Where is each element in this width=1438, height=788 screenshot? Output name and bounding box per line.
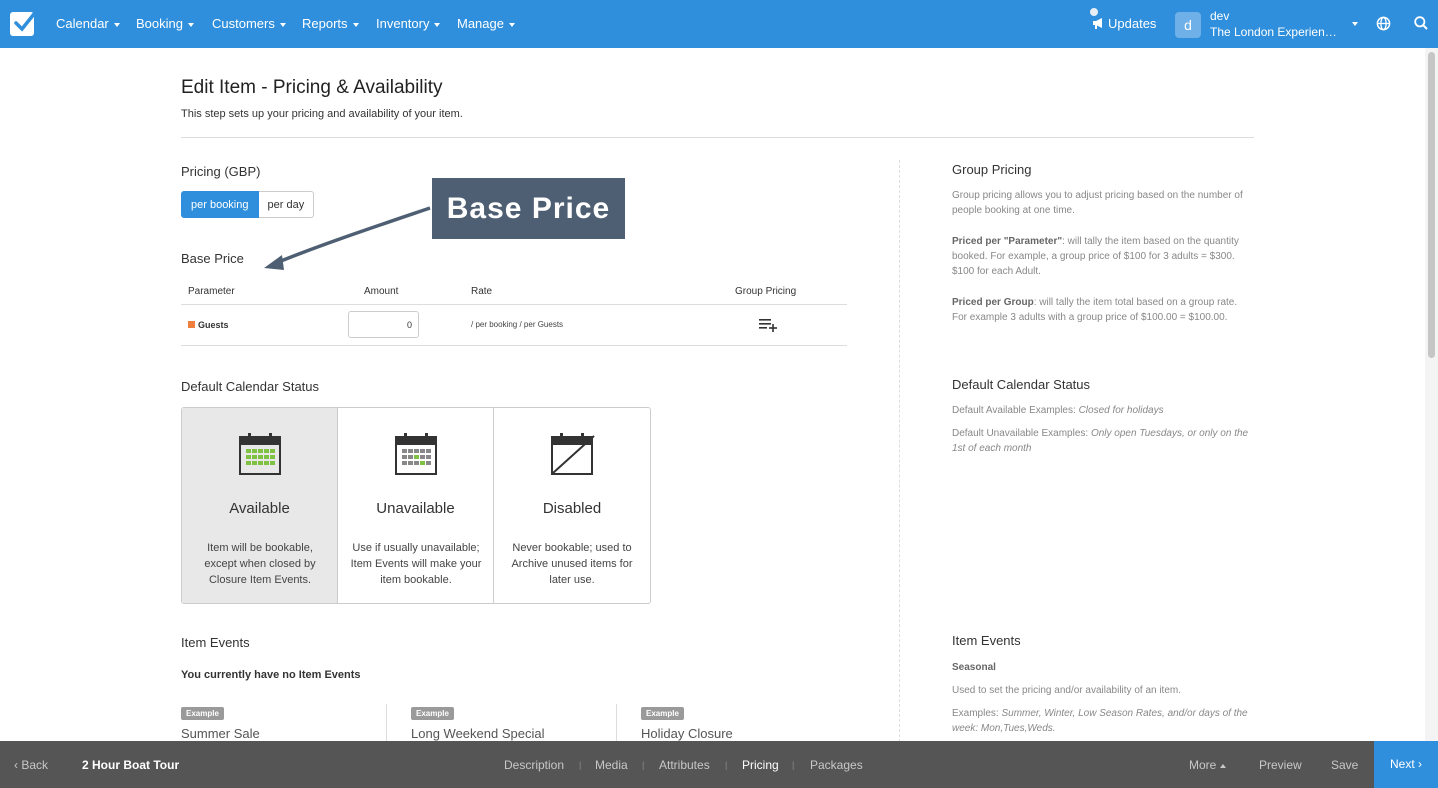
example-event-title[interactable]: Holiday Closure: [641, 726, 733, 741]
help-per-group: Priced per Group: will tally the item to…: [952, 297, 1238, 323]
example-badge: Example: [641, 707, 684, 720]
chevron-right-icon: ›: [1414, 757, 1423, 771]
example-badge: Example: [181, 707, 224, 720]
app-logo-icon[interactable]: [10, 12, 36, 36]
status-card-available[interactable]: Available Item will be bookable, except …: [182, 408, 338, 603]
nav-calendar[interactable]: Calendar: [56, 16, 120, 31]
scrollbar-thumb[interactable]: [1428, 52, 1435, 358]
item-events-heading: Item Events: [181, 635, 250, 650]
caret-down-icon: [113, 22, 120, 27]
caret-down-icon: [508, 22, 515, 27]
help-events-heading: Item Events: [952, 633, 1021, 648]
caret-down-icon: [352, 22, 359, 27]
nav-inventory[interactable]: Inventory: [376, 16, 441, 31]
more-button[interactable]: More: [1189, 758, 1227, 772]
rate-text: / per booking / per Guests: [471, 320, 564, 329]
calendar-status-heading: Default Calendar Status: [181, 379, 320, 394]
col-parameter: Parameter: [188, 286, 235, 297]
back-button[interactable]: ‹ Back: [14, 758, 48, 772]
caret-down-icon: [434, 22, 441, 27]
status-card-unavailable[interactable]: Unavailable Use if usually unavailable; …: [338, 408, 494, 603]
col-rate: Rate: [471, 286, 493, 297]
per-booking-button[interactable]: per booking: [181, 191, 259, 218]
playlist-add-icon[interactable]: [759, 318, 777, 332]
help-seasonal-examples: Examples: Summer, Winter, Low Season Rat…: [952, 708, 1248, 734]
user-menu-caret-icon[interactable]: [1352, 22, 1358, 26]
tab-media[interactable]: Media: [595, 758, 628, 772]
column-divider: [899, 160, 900, 742]
status-card-desc: Never bookable; used to Archive unused i…: [511, 542, 633, 586]
col-amount: Amount: [364, 286, 399, 297]
help-per-parameter: Priced per "Parameter": will tally the i…: [952, 236, 1239, 277]
parameter-label: Guests: [198, 320, 229, 330]
status-card-title: Disabled: [542, 500, 602, 517]
table-header-divider: [181, 304, 847, 305]
status-card-title: Available: [229, 500, 290, 517]
nav-customers[interactable]: Customers: [212, 16, 286, 31]
help-available-examples: Default Available Examples: Closed for h…: [952, 405, 1164, 416]
pricing-heading: Pricing (GBP): [181, 164, 261, 179]
amount-input[interactable]: [348, 311, 419, 338]
nav-reports[interactable]: Reports: [302, 16, 359, 31]
example-divider: [386, 704, 387, 744]
nav-booking[interactable]: Booking: [136, 16, 194, 31]
col-group-pricing: Group Pricing: [735, 286, 797, 297]
help-seasonal-label: Seasonal: [952, 662, 996, 673]
status-card-disabled[interactable]: Disabled Never bookable; used to Archive…: [494, 408, 650, 603]
tab-separator: |: [725, 760, 728, 770]
parameter-color-swatch: [188, 321, 195, 328]
search-icon[interactable]: [1414, 16, 1428, 30]
calendar-disabled-icon: [551, 433, 595, 475]
help-group-pricing-heading: Group Pricing: [952, 162, 1032, 177]
nav-manage[interactable]: Manage: [457, 16, 515, 31]
tab-separator: |: [579, 760, 582, 770]
help-unavailable-examples: Default Unavailable Examples: Only open …: [952, 428, 1249, 454]
help-seasonal-desc: Used to set the pricing and/or availabil…: [952, 685, 1182, 696]
caret-down-icon: [187, 22, 194, 27]
user-company[interactable]: The London Experience Ltd: [1210, 25, 1340, 39]
top-nav: Calendar Booking Customers Reports Inven…: [0, 0, 1438, 48]
user-name[interactable]: dev: [1210, 9, 1229, 23]
help-group-pricing-intro: Group pricing allows you to adjust prici…: [952, 190, 1243, 216]
next-button[interactable]: Next ›: [1374, 741, 1438, 788]
table-bottom-divider: [181, 345, 847, 346]
annotation-callout: Base Price: [432, 178, 625, 239]
header-divider: [181, 137, 1254, 138]
preview-button[interactable]: Preview: [1259, 758, 1302, 772]
caret-down-icon: [279, 22, 286, 27]
annotation-arrow-icon: [264, 206, 431, 270]
updates-link[interactable]: Updates: [1092, 16, 1156, 31]
tab-pricing[interactable]: Pricing: [742, 758, 779, 772]
save-button[interactable]: Save: [1331, 758, 1358, 772]
status-card-desc: Item will be bookable, except when close…: [204, 542, 316, 586]
help-status-heading: Default Calendar Status: [952, 377, 1091, 392]
tab-separator: |: [792, 760, 795, 770]
empty-events-message: You currently have no Item Events: [181, 669, 361, 681]
item-name: 2 Hour Boat Tour: [82, 758, 180, 772]
globe-icon[interactable]: [1376, 16, 1391, 31]
caret-up-icon: [1220, 763, 1227, 768]
base-price-heading: Base Price: [181, 251, 244, 266]
example-badge: Example: [411, 707, 454, 720]
notification-dot: [1090, 8, 1098, 16]
avatar[interactable]: d: [1175, 12, 1201, 38]
example-event-title[interactable]: Long Weekend Special: [411, 726, 544, 741]
status-card-desc: Use if usually unavailable; Item Events …: [350, 542, 482, 586]
scrollbar[interactable]: [1425, 48, 1438, 741]
example-divider: [616, 704, 617, 744]
page-subtitle: This step sets up your pricing and avail…: [181, 108, 463, 120]
tab-separator: |: [642, 760, 645, 770]
page-title: Edit Item - Pricing & Availability: [181, 77, 443, 98]
bottom-bar: ‹ Back 2 Hour Boat Tour Description | Me…: [0, 741, 1438, 788]
calendar-available-icon: [239, 433, 281, 475]
calendar-status-cards: Available Item will be bookable, except …: [181, 407, 651, 604]
tab-description[interactable]: Description: [504, 758, 564, 772]
status-card-title: Unavailable: [376, 500, 455, 517]
megaphone-icon: [1093, 18, 1102, 29]
example-event-title[interactable]: Summer Sale: [181, 726, 260, 741]
tab-packages[interactable]: Packages: [810, 758, 863, 772]
calendar-unavailable-icon: [395, 433, 437, 475]
tab-attributes[interactable]: Attributes: [659, 758, 710, 772]
